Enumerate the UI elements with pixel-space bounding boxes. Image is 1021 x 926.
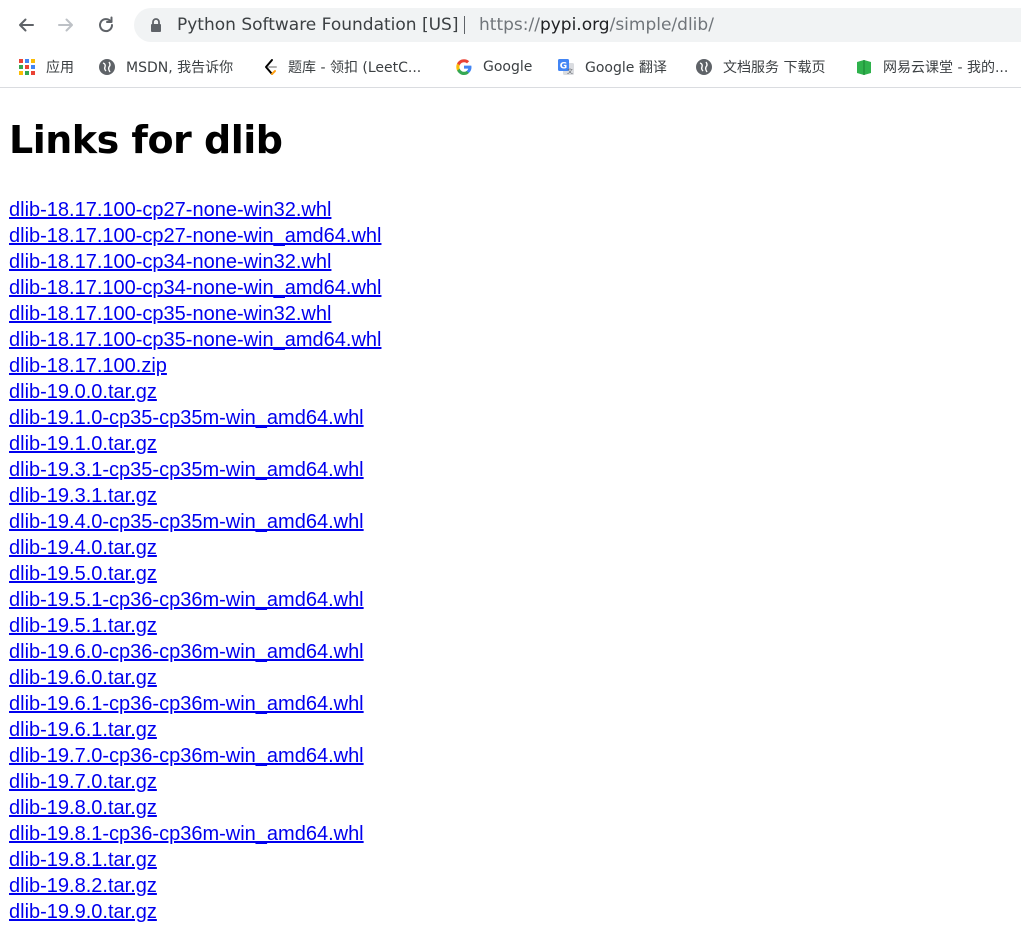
bookmark-label: 应用	[46, 60, 74, 76]
apps-grid-icon	[18, 58, 36, 76]
package-file-link[interactable]: dlib-19.9.0.tar.gz	[9, 900, 381, 926]
package-file-link[interactable]: dlib-19.3.1-cp35-cp35m-win_amd64.whl	[9, 458, 381, 484]
page-title: Links for dlib	[9, 118, 283, 162]
package-file-link[interactable]: dlib-19.0.0.tar.gz	[9, 380, 381, 406]
package-file-link[interactable]: dlib-19.3.1.tar.gz	[9, 484, 381, 510]
package-file-link[interactable]: dlib-19.5.1.tar.gz	[9, 614, 381, 640]
netease-icon	[855, 58, 873, 76]
browser-chrome: Python Software Foundation [US] https://…	[0, 0, 1021, 88]
browser-toolbar: Python Software Foundation [US] https://…	[0, 0, 1021, 50]
package-file-link[interactable]: dlib-19.6.1-cp36-cp36m-win_amd64.whl	[9, 692, 381, 718]
bookmark-google-translate[interactable]: G 文 Google 翻译	[557, 56, 667, 78]
bookmark-label: 题库 - 领扣 (LeetC...	[288, 60, 422, 76]
lock-icon[interactable]	[150, 18, 162, 32]
address-bar[interactable]: Python Software Foundation [US] https://…	[134, 8, 1021, 42]
url-host: pypi.org	[539, 15, 610, 35]
bookmarks-bar: 应用 MSDN, 我告诉你 题库 - 领扣 (LeetC... Google G…	[0, 50, 1021, 86]
bookmark-netease[interactable]: 网易云课堂 - 我的...	[855, 56, 1008, 78]
package-file-link[interactable]: dlib-18.17.100-cp27-none-win32.whl	[9, 198, 381, 224]
package-file-link[interactable]: dlib-19.8.1-cp36-cp36m-win_amd64.whl	[9, 822, 381, 848]
bookmark-label: Google	[483, 59, 533, 75]
bookmark-label: Google 翻译	[585, 60, 667, 76]
package-file-link[interactable]: dlib-19.7.0.tar.gz	[9, 770, 381, 796]
bookmark-label: 网易云课堂 - 我的...	[883, 60, 1009, 76]
omnibox-separator	[464, 16, 465, 34]
package-file-link[interactable]: dlib-19.5.1-cp36-cp36m-win_amd64.whl	[9, 588, 381, 614]
arrow-left-icon	[19, 18, 34, 32]
reload-icon	[99, 16, 114, 33]
package-file-link[interactable]: dlib-19.6.1.tar.gz	[9, 718, 381, 744]
bookmark-google[interactable]: Google	[455, 56, 532, 78]
svg-text:文: 文	[567, 68, 573, 76]
download-links-list: dlib-18.17.100-cp27-none-win32.whl dlib-1…	[9, 198, 381, 926]
google-translate-icon: G 文	[557, 58, 575, 76]
back-button[interactable]	[10, 9, 42, 41]
reload-button[interactable]	[90, 9, 122, 41]
url-path: /simple/dlib/	[609, 15, 714, 35]
globe-icon	[98, 58, 116, 76]
bookmark-label: 文档服务 下载页	[723, 60, 826, 76]
bookmark-apps[interactable]: 应用	[18, 56, 74, 78]
package-file-link[interactable]: dlib-18.17.100-cp35-none-win_amd64.whl	[9, 328, 381, 354]
package-file-link[interactable]: dlib-18.17.100.zip	[9, 354, 381, 380]
package-file-link[interactable]: dlib-19.5.0.tar.gz	[9, 562, 381, 588]
bookmark-label: MSDN, 我告诉你	[126, 60, 234, 76]
package-file-link[interactable]: dlib-19.8.2.tar.gz	[9, 874, 381, 900]
package-file-link[interactable]: dlib-18.17.100-cp34-none-win32.whl	[9, 250, 381, 276]
package-file-link[interactable]: dlib-19.4.0.tar.gz	[9, 536, 381, 562]
package-file-link[interactable]: dlib-19.6.0.tar.gz	[9, 666, 381, 692]
bookmark-doc-service[interactable]: 文档服务 下载页	[695, 56, 825, 78]
forward-button[interactable]	[50, 9, 82, 41]
package-file-link[interactable]: dlib-18.17.100-cp27-none-win_amd64.whl	[9, 224, 381, 250]
leetcode-icon	[262, 58, 280, 76]
package-file-link[interactable]: dlib-19.8.1.tar.gz	[9, 848, 381, 874]
package-file-link[interactable]: dlib-18.17.100-cp35-none-win32.whl	[9, 302, 381, 328]
package-file-link[interactable]: dlib-19.6.0-cp36-cp36m-win_amd64.whl	[9, 640, 381, 666]
package-file-link[interactable]: dlib-19.7.0-cp36-cp36m-win_amd64.whl	[9, 744, 381, 770]
package-file-link[interactable]: dlib-19.8.0.tar.gz	[9, 796, 381, 822]
bookmark-leetcode[interactable]: 题库 - 领扣 (LeetC...	[262, 56, 421, 78]
package-file-link[interactable]: dlib-19.1.0.tar.gz	[9, 432, 381, 458]
url-scheme: https://	[479, 15, 540, 35]
package-file-link[interactable]: dlib-19.4.0-cp35-cp35m-win_amd64.whl	[9, 510, 381, 536]
arrow-right-icon	[58, 18, 73, 32]
google-icon	[455, 58, 473, 76]
site-identity[interactable]: Python Software Foundation [US]	[177, 15, 458, 35]
url-text[interactable]: https://pypi.org/simple/dlib/	[479, 15, 714, 35]
package-file-link[interactable]: dlib-19.1.0-cp35-cp35m-win_amd64.whl	[9, 406, 381, 432]
globe-icon	[695, 58, 713, 76]
package-file-link[interactable]: dlib-18.17.100-cp34-none-win_amd64.whl	[9, 276, 381, 302]
bookmark-msdn[interactable]: MSDN, 我告诉你	[98, 56, 233, 78]
